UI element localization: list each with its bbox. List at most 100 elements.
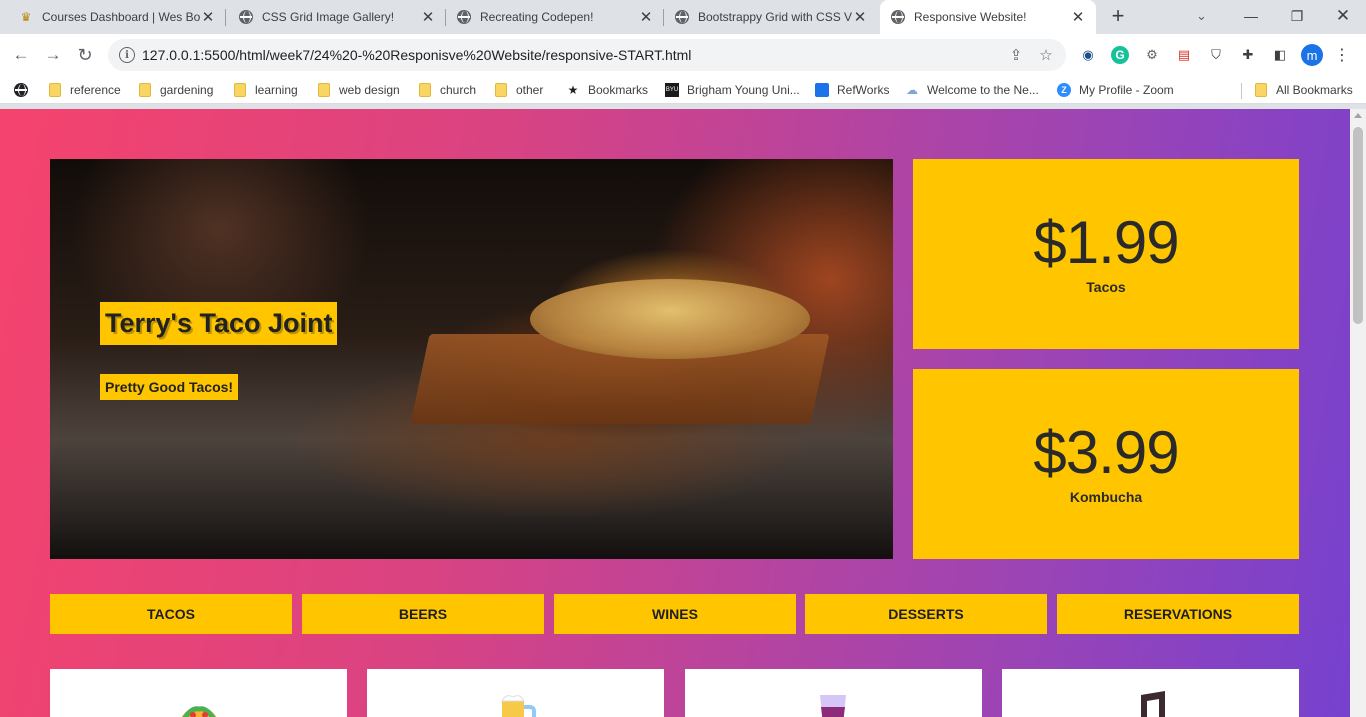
shield-icon[interactable]: ⛉: [1205, 44, 1227, 66]
close-icon[interactable]: ✕: [638, 9, 654, 26]
calendar-extension-icon[interactable]: ▤: [1173, 44, 1195, 66]
window-close-button[interactable]: ✕: [1320, 0, 1366, 32]
bookmark-label: Welcome to the Ne...: [927, 83, 1039, 97]
folder-icon: [494, 83, 508, 97]
bookmark-label: RefWorks: [837, 83, 890, 97]
tab-css-grid-gallery[interactable]: CSS Grid Image Gallery! ✕: [228, 0, 446, 34]
globe-icon: [674, 9, 690, 25]
bookmark-zoom[interactable]: Z My Profile - Zoom: [1057, 82, 1174, 98]
gear-extension-icon[interactable]: ⚙: [1141, 44, 1163, 66]
scrollbar-thumb[interactable]: [1353, 127, 1363, 324]
globe-icon: [238, 9, 254, 25]
profile-avatar[interactable]: m: [1301, 44, 1323, 66]
tab-title: CSS Grid Image Gallery!: [262, 10, 395, 24]
tab-courses-dashboard[interactable]: ♛ Courses Dashboard | Wes Bo ✕: [8, 0, 226, 34]
price-label: Tacos: [1086, 279, 1126, 295]
bookmark-globe[interactable]: [14, 82, 36, 98]
hero-subtitle: Pretty Good Tacos!: [100, 374, 239, 400]
minimize-button[interactable]: —: [1228, 0, 1274, 32]
bookmark-label: All Bookmarks: [1276, 83, 1353, 97]
scroll-up-arrow-icon[interactable]: [1354, 113, 1362, 118]
zoom-icon: Z: [1057, 83, 1071, 97]
bookmark-label: Bookmarks: [588, 83, 649, 97]
forward-arrow-icon[interactable]: →: [40, 42, 66, 68]
price-amount: $3.99: [1033, 419, 1179, 486]
back-arrow-icon[interactable]: ←: [8, 42, 34, 68]
menu-button-beers[interactable]: Beers: [302, 594, 544, 634]
byu-icon: BYU: [665, 83, 679, 97]
bookmark-label: learning: [255, 83, 298, 97]
menu-button-tacos[interactable]: Tacos: [50, 594, 292, 634]
globe-icon: [456, 9, 472, 25]
feature-card-tacos: [50, 669, 347, 717]
bookmark-label: reference: [70, 83, 121, 97]
bookmark-label: My Profile - Zoom: [1079, 83, 1174, 97]
bookmark-folder-other[interactable]: other: [494, 82, 543, 98]
price-amount: $1.99: [1033, 209, 1179, 276]
page-scrollbar[interactable]: [1350, 109, 1366, 717]
tab-title: Recreating Codepen!: [480, 10, 594, 24]
puzzle-extensions-icon[interactable]: ✚: [1237, 44, 1259, 66]
bookmark-star-icon[interactable]: ☆: [1036, 45, 1056, 65]
url-text[interactable]: 127.0.0.1:5500/html/week7/24%20-%20Respo…: [142, 47, 1006, 63]
bookmark-label: gardening: [160, 83, 214, 97]
close-icon[interactable]: ✕: [200, 9, 216, 26]
folder-icon: [1254, 83, 1268, 97]
new-tab-button[interactable]: +: [1106, 5, 1130, 28]
bookmark-label: other: [516, 83, 544, 97]
feature-card-wines: [685, 669, 982, 717]
hero-image-taco: [530, 279, 810, 359]
bookmark-folder-web-design[interactable]: web design: [317, 82, 400, 98]
tab-search-chevron-icon[interactable]: ⌄: [1196, 8, 1207, 24]
tab-recreating-codepen[interactable]: Recreating Codepen! ✕: [446, 0, 664, 34]
bookmark-label: Brigham Young Uni...: [687, 83, 800, 97]
bookmark-bookmarks[interactable]: ★ Bookmarks: [566, 82, 648, 98]
crown-icon: ♛: [20, 10, 32, 24]
folder-icon: [48, 83, 62, 97]
tab-separator: [225, 9, 226, 26]
close-icon[interactable]: ✕: [1070, 9, 1086, 26]
address-bar[interactable]: i 127.0.0.1:5500/html/week7/24%20-%20Res…: [108, 39, 1066, 71]
feature-card-beers: [367, 669, 664, 717]
site-info-icon[interactable]: i: [119, 47, 135, 63]
globe-icon: [890, 9, 906, 25]
taco-icon: [181, 706, 216, 717]
cloud-icon: ☁: [906, 83, 918, 97]
extension-icon[interactable]: ◉: [1077, 44, 1099, 66]
bookmark-refworks[interactable]: RefWorks: [815, 82, 889, 98]
bookmark-welcome[interactable]: ☁ Welcome to the Ne...: [905, 82, 1039, 98]
menu-button-desserts[interactable]: Desserts: [805, 594, 1047, 634]
restore-button[interactable]: ❐: [1274, 0, 1320, 32]
bookmark-folder-church[interactable]: church: [418, 82, 476, 98]
folder-icon: [317, 83, 331, 97]
price-card-kombucha: $3.99 Kombucha: [913, 369, 1299, 559]
folder-icon: [418, 83, 432, 97]
price-label: Kombucha: [1069, 489, 1143, 505]
close-icon[interactable]: ✕: [420, 9, 436, 26]
star-icon: ★: [567, 83, 579, 97]
bookmark-folder-reference[interactable]: reference: [48, 82, 121, 98]
globe-icon: [14, 83, 28, 97]
menu-button-wines[interactable]: Wines: [554, 594, 796, 634]
menu-kebab-icon[interactable]: ⋮: [1331, 44, 1353, 66]
folder-icon: [233, 83, 247, 97]
all-bookmarks[interactable]: All Bookmarks: [1254, 82, 1353, 98]
bookmark-folder-learning[interactable]: learning: [233, 82, 298, 98]
tab-title: Responsive Website!: [914, 10, 1027, 24]
close-icon[interactable]: ✕: [852, 9, 868, 26]
tab-responsive-website[interactable]: Responsive Website! ✕: [880, 0, 1096, 34]
grammarly-icon[interactable]: G: [1111, 46, 1129, 64]
reload-icon[interactable]: ↻: [72, 42, 98, 68]
menu-button-reservations[interactable]: Reservations: [1057, 594, 1299, 634]
wine-glass-icon: [819, 695, 846, 717]
price-card-tacos: $1.99 Tacos: [913, 159, 1299, 349]
tab-title: Courses Dashboard | Wes Bo: [42, 10, 200, 24]
bookmark-folder-gardening[interactable]: gardening: [138, 82, 213, 98]
beer-mug-icon: [500, 695, 536, 717]
browser-toolbar: ← → ↻ i 127.0.0.1:5500/html/week7/24%20-…: [0, 34, 1366, 76]
tab-bootstrappy-grid[interactable]: Bootstrappy Grid with CSS V ✕: [664, 0, 878, 34]
side-panel-icon[interactable]: ◧: [1269, 44, 1291, 66]
feature-card-music: [1002, 669, 1299, 717]
bookmark-byu[interactable]: BYU Brigham Young Uni...: [665, 82, 800, 98]
share-icon[interactable]: ⇪: [1006, 45, 1026, 65]
